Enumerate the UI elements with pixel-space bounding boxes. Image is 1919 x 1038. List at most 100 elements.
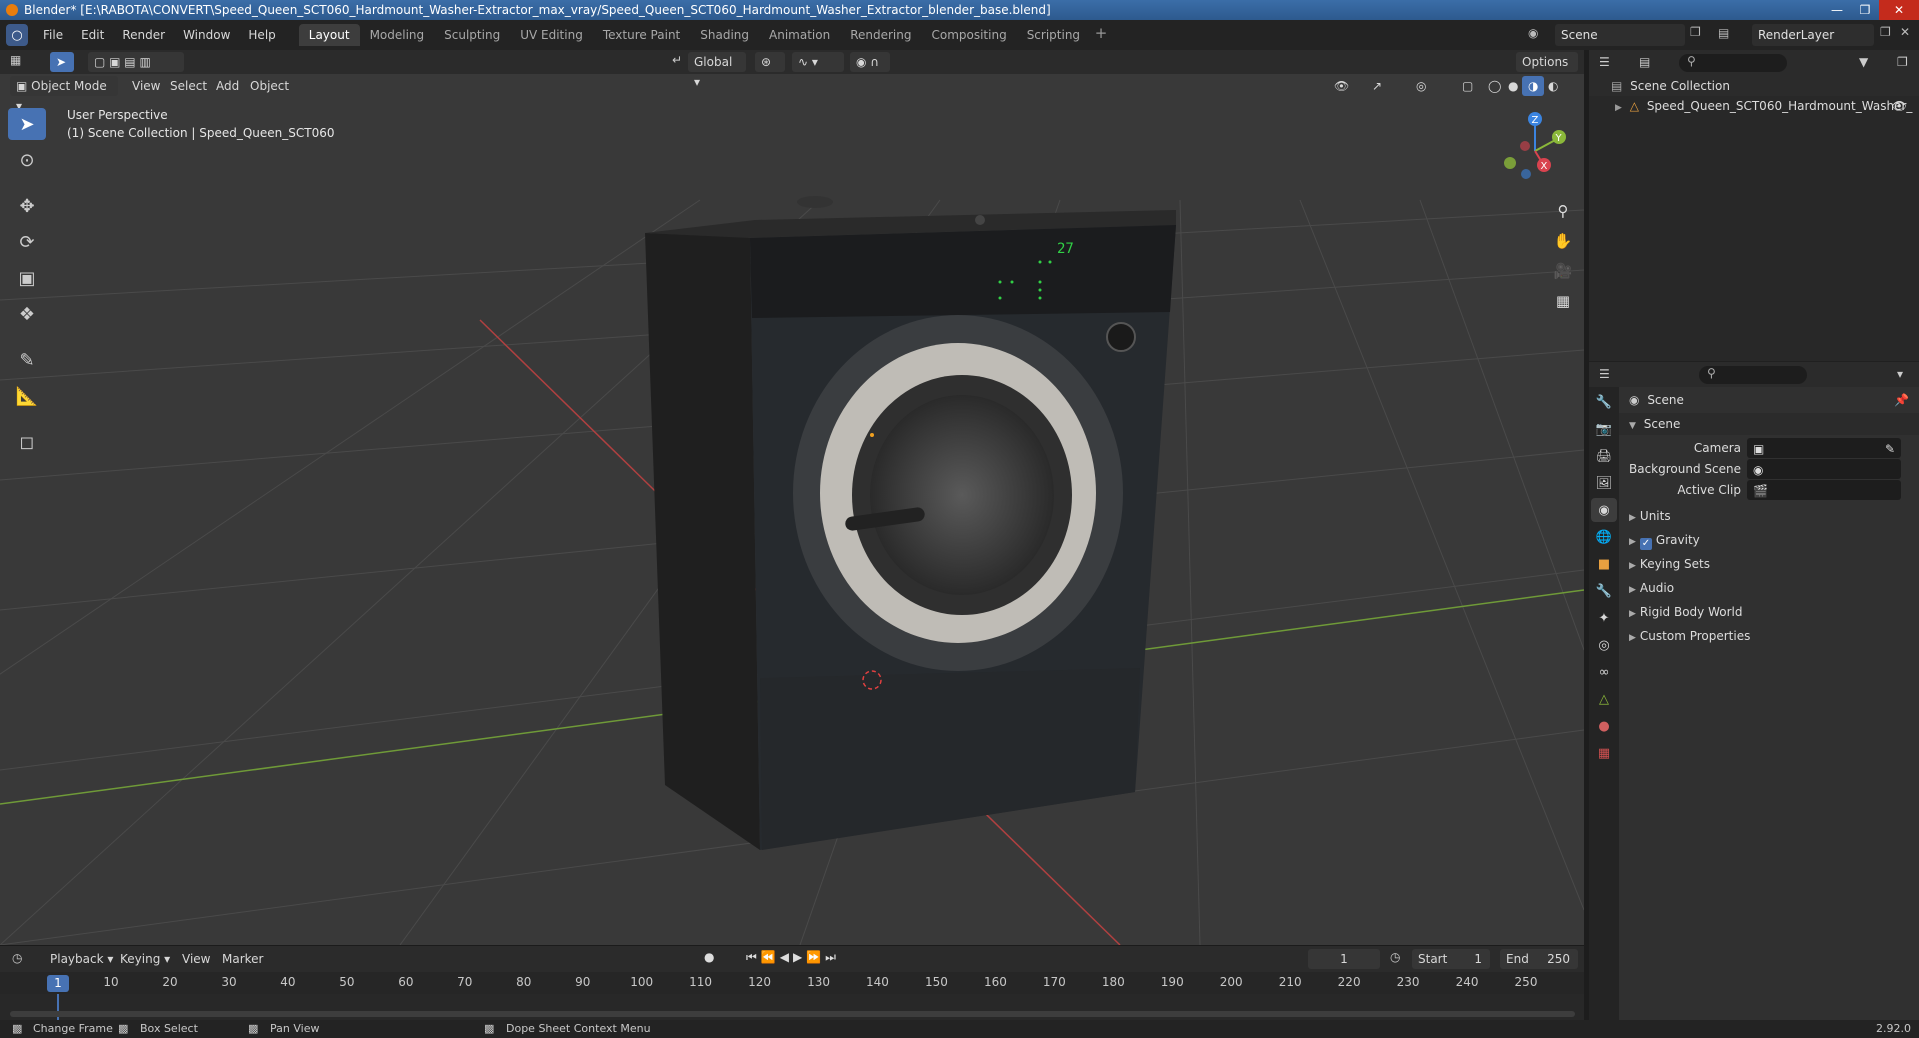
remove-view-layer-icon[interactable]: ✕ — [1900, 25, 1910, 39]
clock-icon[interactable]: ◷ — [1390, 950, 1400, 964]
menu-object[interactable]: Object — [244, 76, 295, 96]
properties-editor-icon[interactable]: ☰ — [1599, 367, 1610, 381]
timeline-scrollbar[interactable] — [10, 1011, 1575, 1017]
start-frame-field[interactable]: Start 1 — [1412, 949, 1490, 969]
menu-timeline-view[interactable]: View — [176, 949, 216, 969]
tab-uv-editing[interactable]: UV Editing — [510, 24, 593, 46]
modifier-tab-icon[interactable]: 🔧 — [1591, 579, 1617, 603]
scene-panel-header[interactable]: ▼ Scene — [1619, 413, 1919, 435]
3d-viewport[interactable]: 27 ▦ ➤ ▢ ▣ ▤ ▥ ↵ Global ▾ ⊛ ∿ ▾ ◉ ∩ Opti… — [0, 50, 1584, 945]
blender-logo-icon[interactable]: ○ — [6, 24, 28, 46]
timeline-ruler[interactable]: 1 10 20 30 40 50 60 70 80 90 100 110 120 130 140 150 160… — [0, 972, 1584, 994]
active-clip-field[interactable]: 🎬 — [1747, 480, 1901, 500]
current-frame-marker[interactable]: 1 — [47, 975, 69, 992]
add-cube-tool-icon[interactable]: ◻ — [8, 426, 46, 458]
new-collection-icon[interactable]: ❐ — [1897, 55, 1908, 69]
menu-keying[interactable]: Keying ▾ — [114, 949, 176, 969]
material-tab-icon[interactable]: ● — [1591, 714, 1617, 738]
measure-tool-icon[interactable]: 📐 — [8, 380, 46, 412]
annotate-tool-icon[interactable]: ✎ — [8, 344, 46, 376]
camera-view-icon[interactable]: 🎥 — [1550, 258, 1576, 284]
navigation-gizmo[interactable]: Z Y X — [1488, 108, 1568, 188]
pan-hand-icon[interactable]: ✋ — [1550, 228, 1576, 254]
rotate-tool-icon[interactable]: ⟳ — [8, 226, 46, 258]
washer-model[interactable]: 27 — [645, 196, 1176, 850]
menu-edit[interactable]: Edit — [72, 20, 113, 50]
select-tool-icon[interactable]: ➤ — [50, 52, 74, 72]
transform-orientation-dropdown[interactable]: Global ▾ — [688, 52, 746, 89]
menu-select[interactable]: Select — [164, 76, 213, 96]
tab-rendering[interactable]: Rendering — [840, 24, 921, 46]
tab-sculpting[interactable]: Sculpting — [434, 24, 510, 46]
outliner-row-object[interactable]: ▶ △ Speed_Queen_SCT060_Hardmount_Washer_… — [1589, 96, 1919, 116]
close-icon[interactable]: ✕ — [1879, 0, 1919, 20]
record-icon[interactable]: ● — [704, 950, 714, 964]
view-layer-icon[interactable]: ▤ — [1718, 26, 1729, 40]
outliner-editor-icon[interactable]: ☰ — [1599, 55, 1610, 69]
move-tool-icon[interactable]: ✥ — [8, 190, 46, 222]
current-frame-field[interactable]: 1 — [1308, 949, 1380, 969]
eyedropper-icon[interactable]: ✎ — [1885, 438, 1895, 460]
tab-compositing[interactable]: Compositing — [921, 24, 1016, 46]
zoom-icon[interactable]: ⚲ — [1550, 198, 1576, 224]
gizmo-toggle-icon[interactable]: ↗ — [1366, 76, 1402, 96]
new-scene-icon[interactable]: ❐ — [1690, 25, 1701, 39]
editor-type-icon[interactable]: ▦ — [10, 53, 21, 67]
timeline-body[interactable] — [0, 994, 1584, 1021]
solid-shading-icon[interactable]: ● — [1502, 76, 1524, 96]
tab-layout[interactable]: Layout — [298, 24, 360, 46]
tab-scripting[interactable]: Scripting — [1017, 24, 1090, 46]
outliner-search-input[interactable]: ⚲ — [1679, 54, 1787, 72]
options-dropdown[interactable]: Options ▾ — [1516, 52, 1578, 89]
pivot-point-icon[interactable]: ⊛ — [755, 52, 785, 72]
cursor-tool-icon[interactable]: ⊙ — [8, 144, 46, 176]
output-tab-icon[interactable]: 🖨 — [1591, 444, 1617, 468]
texture-tab-icon[interactable]: ▦ — [1591, 741, 1617, 765]
camera-field[interactable]: ▣ ✎ — [1747, 438, 1901, 458]
maximize-icon[interactable]: ❐ — [1851, 0, 1879, 20]
custom-properties-panel[interactable]: ▶ Custom Properties — [1619, 625, 1919, 647]
overlays-icon[interactable]: ◎ — [1410, 76, 1446, 96]
particles-tab-icon[interactable]: ✦ — [1591, 606, 1617, 630]
menu-file[interactable]: File — [34, 20, 72, 50]
transform-tool-icon[interactable]: ❖ — [8, 298, 46, 330]
gravity-panel[interactable]: ▶ ✓ Gravity — [1619, 529, 1919, 551]
visibility-eye-icon[interactable]: 👁 — [1892, 96, 1907, 116]
timeline-editor-icon[interactable]: ◷ — [12, 951, 22, 965]
menu-help[interactable]: Help — [239, 20, 284, 50]
outliner-row-scene-collection[interactable]: ▤ Scene Collection — [1589, 76, 1919, 96]
physics-tab-icon[interactable]: ◎ — [1591, 633, 1617, 657]
gravity-checkbox[interactable]: ✓ — [1639, 538, 1652, 550]
rigid-body-world-panel[interactable]: ▶ Rigid Body World — [1619, 601, 1919, 623]
minimize-icon[interactable]: — — [1823, 0, 1851, 20]
snap-icon[interactable]: ∿ ▾ — [792, 52, 844, 72]
view-layer-selector[interactable]: RenderLayer — [1752, 24, 1874, 46]
menu-view[interactable]: View — [126, 76, 166, 96]
keying-sets-panel[interactable]: ▶ Keying Sets — [1619, 553, 1919, 575]
material-shading-icon[interactable]: ◑ — [1522, 76, 1544, 96]
object-mode-dropdown[interactable]: ▣ Object Mode ▾ — [10, 76, 118, 113]
menu-playback[interactable]: Playback ▾ — [44, 949, 119, 969]
scale-tool-icon[interactable]: ▣ — [8, 262, 46, 294]
add-workspace-icon[interactable]: + — [1090, 24, 1112, 46]
filter-icon[interactable]: ▼ — [1859, 55, 1868, 69]
menu-window[interactable]: Window — [174, 20, 239, 50]
properties-options-icon[interactable]: ▾ — [1897, 367, 1903, 381]
scene-icon[interactable]: ◉ — [1528, 26, 1538, 40]
view-layer-tab-icon[interactable]: 🖼 — [1591, 471, 1617, 495]
data-tab-icon[interactable]: △ — [1591, 687, 1617, 711]
new-view-layer-icon[interactable]: ❐ — [1880, 25, 1891, 39]
end-frame-field[interactable]: End 250 — [1500, 949, 1578, 969]
menu-render[interactable]: Render — [113, 20, 174, 50]
object-tab-icon[interactable]: ■ — [1591, 552, 1617, 576]
tab-shading[interactable]: Shading — [690, 24, 759, 46]
tool-tab-icon[interactable]: 🔧 — [1591, 390, 1617, 414]
tab-texture-paint[interactable]: Texture Paint — [593, 24, 690, 46]
xray-icon[interactable]: ▢ — [1456, 76, 1478, 96]
pin-icon[interactable]: 📌 — [1894, 389, 1909, 411]
render-tab-icon[interactable]: 📷 — [1591, 417, 1617, 441]
constraints-tab-icon[interactable]: ∞ — [1591, 660, 1617, 684]
audio-panel[interactable]: ▶ Audio — [1619, 577, 1919, 599]
tab-animation[interactable]: Animation — [759, 24, 840, 46]
menu-add[interactable]: Add — [210, 76, 245, 96]
